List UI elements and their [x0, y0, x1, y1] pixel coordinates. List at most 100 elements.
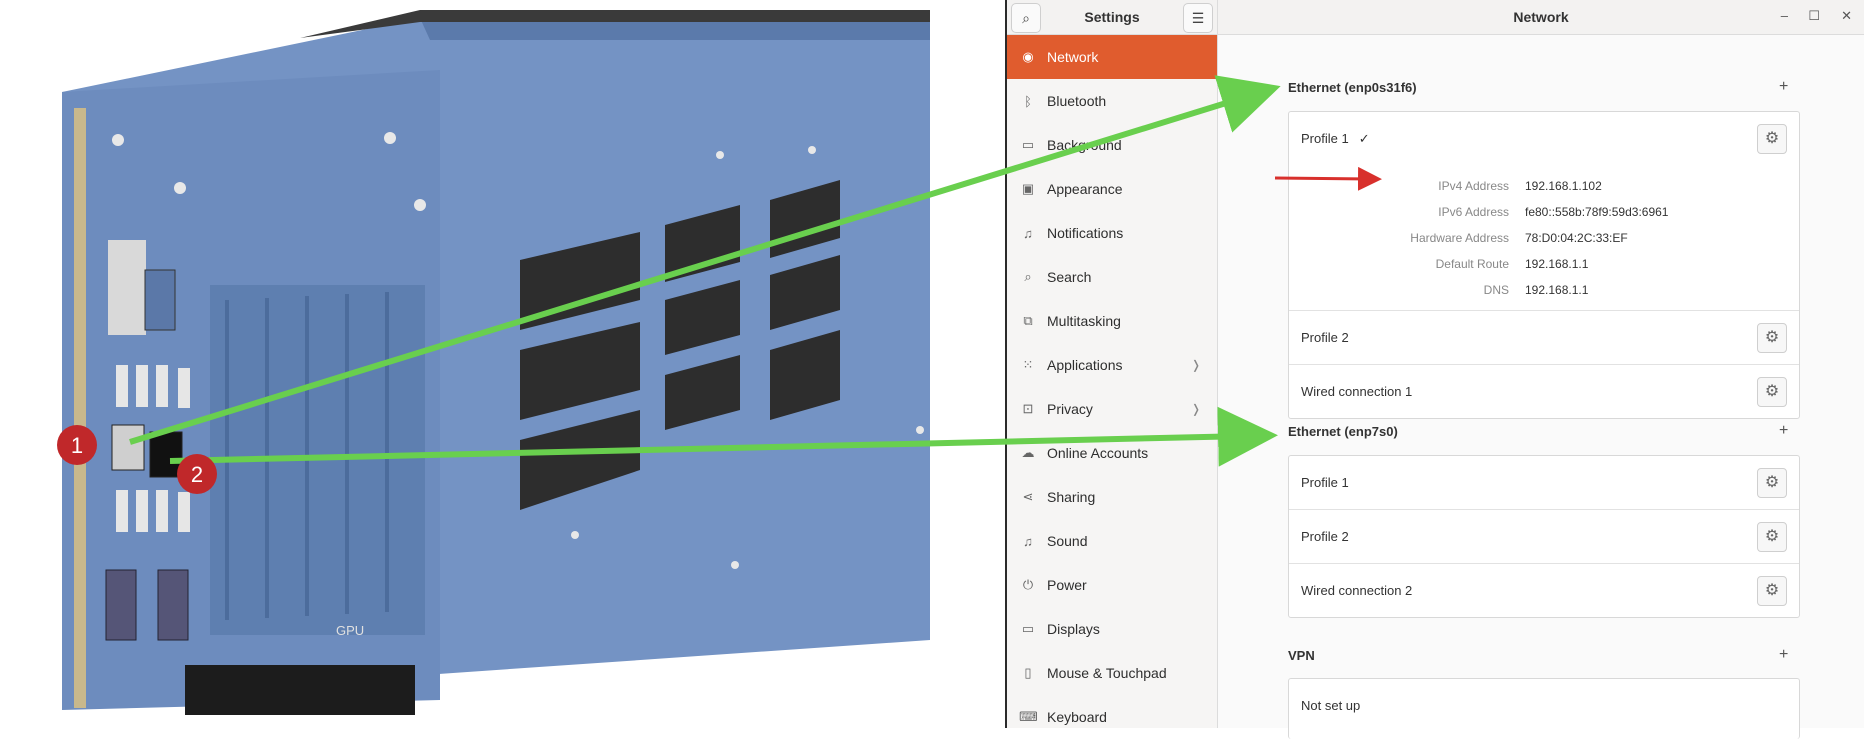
check-icon: ✓	[1358, 130, 1370, 146]
section-title-ethernet-1: Ethernet (enp0s31f6)	[1288, 80, 1417, 95]
settings-gear-button[interactable]: ⚙	[1757, 576, 1787, 606]
sidebar-item-label: Power	[1047, 577, 1087, 593]
gear-icon: ⚙	[1764, 474, 1780, 491]
detail-row: IPv6 Address fe80::558b:78f9:59d3:6961	[1289, 205, 1789, 225]
detail-label: DNS	[1483, 283, 1509, 297]
sidebar-nav: ◉ Network ᛒ Bluetooth ▭ Background ▣ Appearance…	[1007, 35, 1217, 739]
sidebar-item-label: Keyboard	[1047, 709, 1107, 725]
sidebar-item-label: Search	[1047, 269, 1092, 285]
detail-row: DNS 192.168.1.1	[1289, 283, 1789, 303]
com-port-1	[105, 569, 137, 641]
display-icon: ▭	[1021, 621, 1035, 636]
detail-row: IPv4 Address 192.168.1.102	[1289, 179, 1789, 199]
settings-gear-button[interactable]: ⚙	[1757, 323, 1787, 353]
gear-icon: ⚙	[1764, 383, 1780, 400]
bottom-bracket	[185, 665, 415, 715]
bluetooth-icon: ᛒ	[1024, 93, 1032, 109]
close-button[interactable]: ✕	[1841, 8, 1852, 24]
ethernet-port-2	[149, 431, 183, 478]
connection-row[interactable]: Wired connection 2 ⚙	[1289, 563, 1799, 617]
connection-row[interactable]: Wired connection 1 ⚙	[1289, 364, 1799, 418]
sidebar-item-bluetooth[interactable]: ᛒ Bluetooth	[1007, 79, 1217, 123]
connection-label: Profile 2	[1301, 529, 1349, 544]
sidebar-item-applications[interactable]: ⁙ Applications ❭	[1007, 343, 1217, 387]
detail-label: Hardware Address	[1410, 231, 1509, 245]
dvi-port	[108, 240, 146, 335]
settings-sidebar: ⌕ Settings ☰ ◉ Network ᛒ Bluetooth ▭ Backgrou…	[1007, 0, 1218, 728]
sidebar-item-sharing[interactable]: ⋖ Sharing	[1007, 475, 1217, 519]
product-photo: GPU	[0, 0, 1005, 728]
sidebar-item-label: Applications	[1047, 357, 1123, 373]
main-header: Network – ☐ ✕	[1218, 0, 1864, 35]
connection-label: Wired connection 1	[1301, 384, 1413, 399]
chevron-right-icon: ❭	[1190, 402, 1201, 416]
sidebar-item-keyboard[interactable]: ⌨ Keyboard	[1007, 695, 1217, 739]
sidebar-item-label: Bluetooth	[1047, 93, 1107, 109]
minimize-button[interactable]: –	[1781, 8, 1788, 23]
sidebar-item-mouse-touchpad[interactable]: ▯ Mouse & Touchpad	[1007, 651, 1217, 695]
settings-gear-button[interactable]: ⚙	[1757, 468, 1787, 498]
sidebar-item-displays[interactable]: ▭ Displays	[1007, 607, 1217, 651]
bell-icon: ♫	[1023, 225, 1033, 241]
sidebar-item-sound[interactable]: ♫ Sound	[1007, 519, 1217, 563]
sidebar-item-privacy[interactable]: ⊡ Privacy ❭	[1007, 387, 1217, 431]
sidebar-item-label: Displays	[1047, 621, 1100, 637]
applications-icon: ⁙	[1022, 357, 1034, 372]
sidebar-item-online-accounts[interactable]: ☁ Online Accounts	[1007, 431, 1217, 475]
connection-row[interactable]: Profile 2 ⚙	[1289, 509, 1799, 563]
sidebar-item-label: Online Accounts	[1047, 445, 1149, 461]
vpn-status: Not set up	[1301, 698, 1361, 713]
sidebar-item-label: Notifications	[1047, 225, 1124, 241]
detail-value: 192.168.1.1	[1525, 283, 1589, 297]
connection-label: Profile 1	[1301, 475, 1349, 490]
chevron-right-icon: ❭	[1190, 358, 1201, 372]
gear-icon: ⚙	[1764, 130, 1780, 147]
sidebar-item-label: Sound	[1047, 533, 1088, 549]
detail-row: Default Route 192.168.1.1	[1289, 257, 1789, 277]
gear-icon: ⚙	[1764, 329, 1780, 346]
detail-label: IPv4 Address	[1438, 179, 1509, 193]
music-icon: ♫	[1023, 533, 1033, 549]
connection-row[interactable]: Profile 1 ✓ ⚙	[1289, 112, 1799, 165]
vpn-row: Not set up	[1289, 679, 1799, 732]
maximize-button[interactable]: ☐	[1808, 8, 1820, 24]
add-ethernet-1-button[interactable]: +	[1779, 78, 1788, 96]
sidebar-item-notifications[interactable]: ♫ Notifications	[1007, 211, 1217, 255]
add-vpn-button[interactable]: +	[1779, 646, 1788, 664]
hamburger-icon: ☰	[1191, 10, 1205, 26]
multitasking-icon: ⧉	[1023, 313, 1033, 328]
pcie-slot-area	[210, 285, 425, 635]
gear-icon: ⚙	[1764, 528, 1780, 545]
connection-row[interactable]: Profile 2 ⚙	[1289, 310, 1799, 364]
sidebar-item-label: Privacy	[1047, 401, 1093, 417]
section-title-ethernet-2: Ethernet (enp7s0)	[1288, 424, 1398, 439]
detail-value: 192.168.1.1	[1525, 257, 1589, 271]
sidebar-item-background[interactable]: ▭ Background	[1007, 123, 1217, 167]
detail-value: 78:D0:04:2C:33:EF	[1525, 231, 1628, 245]
settings-gear-button[interactable]: ⚙	[1757, 522, 1787, 552]
connection-label: Wired connection 2	[1301, 583, 1413, 598]
mouse-icon: ▯	[1024, 665, 1032, 680]
sidebar-item-appearance[interactable]: ▣ Appearance	[1007, 167, 1217, 211]
vga-port	[144, 269, 176, 331]
appearance-icon: ▣	[1021, 181, 1035, 196]
network-icon: ◉	[1022, 49, 1034, 64]
sidebar-item-label: Sharing	[1047, 489, 1096, 505]
menu-button[interactable]: ☰	[1183, 3, 1213, 33]
connection-row[interactable]: Profile 1 ⚙	[1289, 456, 1799, 509]
detail-value: 192.168.1.102	[1525, 179, 1602, 193]
connection-label: Profile 2	[1301, 330, 1349, 345]
sidebar-item-search[interactable]: ⌕ Search	[1007, 255, 1217, 299]
industrial-pc-illustration: GPU	[62, 10, 930, 715]
settings-gear-button[interactable]: ⚙	[1757, 124, 1787, 154]
sidebar-item-network[interactable]: ◉ Network	[1007, 35, 1217, 79]
sidebar-item-multitasking[interactable]: ⧉ Multitasking	[1007, 299, 1217, 343]
ethernet-2-card: Profile 1 ⚙ Profile 2 ⚙ Wired connection…	[1288, 455, 1800, 618]
add-ethernet-2-button[interactable]: +	[1779, 422, 1788, 440]
detail-row: Hardware Address 78:D0:04:2C:33:EF	[1289, 231, 1789, 251]
sidebar-item-power[interactable]: ⏻ Power	[1007, 563, 1217, 607]
settings-window: ⌕ Settings ☰ ◉ Network ᛒ Bluetooth ▭ Backgrou…	[1007, 0, 1864, 739]
sidebar-header: ⌕ Settings ☰	[1007, 0, 1217, 35]
sidebar-item-label: Background	[1047, 137, 1122, 153]
settings-gear-button[interactable]: ⚙	[1757, 377, 1787, 407]
